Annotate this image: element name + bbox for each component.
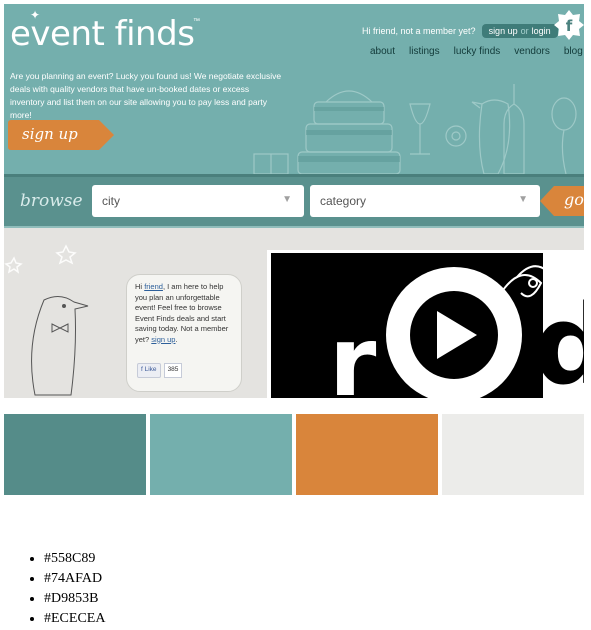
go-button[interactable]: go <box>540 186 584 216</box>
signup-link[interactable]: sign up <box>489 26 518 36</box>
facebook-icon: f <box>141 366 143 373</box>
go-button-label: go <box>564 190 584 209</box>
bubble-signup-link[interactable]: sign up <box>151 335 175 344</box>
facebook-like-widget[interactable]: f Like 385 <box>137 363 183 378</box>
color-item: #558C89 <box>44 549 105 569</box>
auth-pill: sign up or login <box>481 24 558 38</box>
video-thumbnail: r d <box>271 253 584 398</box>
site-screenshot: ✦ event finds ™ Hi friend, not a member … <box>4 4 584 398</box>
category-placeholder: category <box>320 194 367 208</box>
category-select[interactable]: category ▼ <box>310 185 540 217</box>
like-label: Like <box>144 366 157 373</box>
member-prompt: Hi friend, not a member yet? <box>362 26 476 36</box>
penguin-speech-bubble: Hi friend, I am here to help you plan an… <box>126 274 242 392</box>
video-player[interactable]: r d <box>267 250 584 398</box>
color-item: #74AFAD <box>44 569 105 589</box>
video-letter-d: d <box>533 281 584 398</box>
nav-blog[interactable]: blog <box>564 46 583 57</box>
city-placeholder: city <box>102 194 120 208</box>
nav-about[interactable]: about <box>370 46 395 57</box>
nav-vendors[interactable]: vendors <box>514 46 550 57</box>
video-letter-r: r <box>329 306 377 398</box>
bubble-body: I am here to help you plan an unforgetta… <box>135 282 229 344</box>
chevron-down-icon: ▼ <box>282 194 292 205</box>
content-area: Hi friend, I am here to help you plan an… <box>4 228 584 398</box>
color-list: #558C89 #74AFAD #D9853B #ECECEA <box>28 549 105 629</box>
like-button[interactable]: f Like <box>137 363 161 378</box>
login-link[interactable]: login <box>532 26 551 36</box>
swatch-2 <box>150 414 292 495</box>
site-header: ✦ event finds ™ Hi friend, not a member … <box>4 4 584 174</box>
color-item: #ECECEA <box>44 609 105 629</box>
bubble-friend-link[interactable]: friend <box>144 282 163 291</box>
intro-text: Are you planning an event? Lucky you fou… <box>10 71 282 120</box>
bubble-greeting: Hi <box>135 282 143 291</box>
chevron-down-icon: ▼ <box>518 194 528 205</box>
swatch-1 <box>4 414 146 495</box>
like-count: 385 <box>163 363 183 378</box>
color-item: #D9853B <box>44 589 105 609</box>
signup-button[interactable]: sign up <box>8 120 114 150</box>
facebook-icon[interactable]: f <box>554 10 584 40</box>
member-bar: Hi friend, not a member yet? sign up or … <box>362 24 558 38</box>
or-text: or <box>520 26 529 36</box>
nav-lucky-finds[interactable]: lucky finds <box>454 46 501 57</box>
facebook-letter: f <box>566 17 573 35</box>
main-nav: about listings lucky finds vendors blog <box>370 46 583 57</box>
signup-button-label: sign up <box>22 125 78 143</box>
nav-listings[interactable]: listings <box>409 46 440 57</box>
site-logo[interactable]: event finds <box>10 14 195 54</box>
swatch-3 <box>296 414 438 495</box>
swatch-4 <box>442 414 584 495</box>
city-select[interactable]: city ▼ <box>92 185 304 217</box>
browse-label: browse <box>20 191 83 211</box>
logo-trademark: ™ <box>193 18 200 25</box>
browse-bar: browse city ▼ category ▼ go <box>4 174 584 228</box>
